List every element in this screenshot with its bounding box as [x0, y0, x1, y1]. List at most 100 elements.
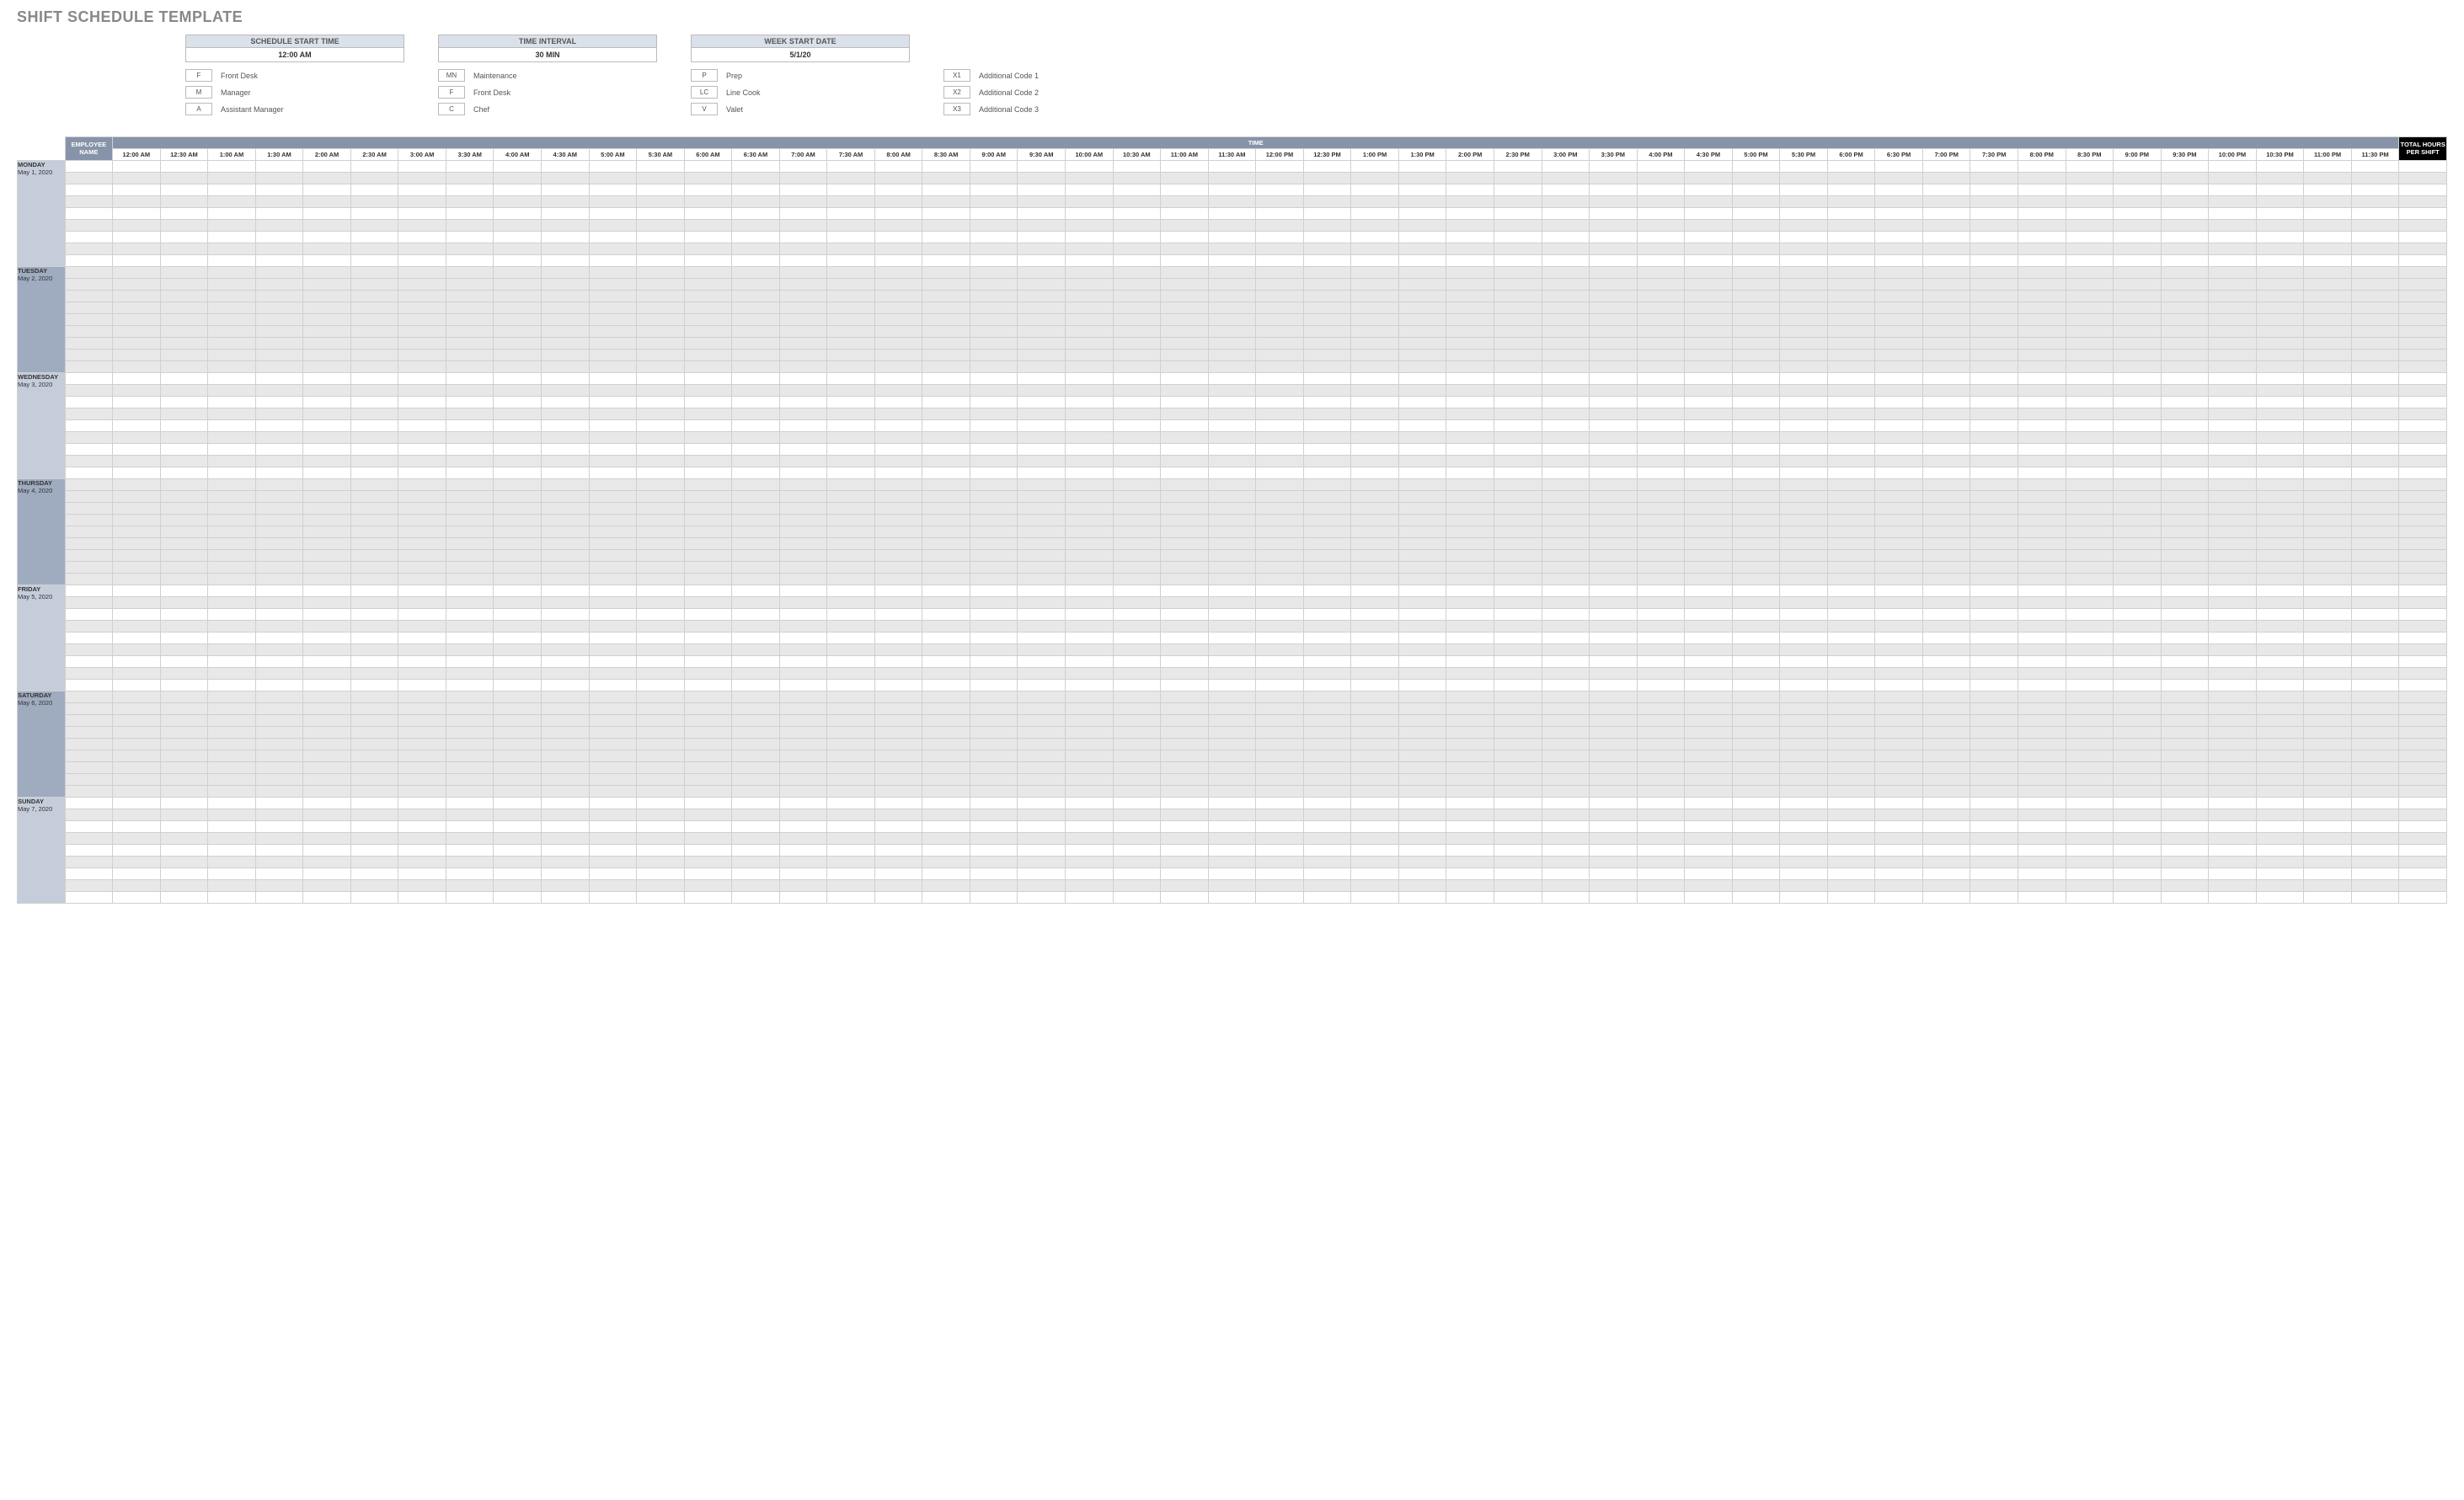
shift-cell[interactable] [398, 397, 446, 408]
shift-cell[interactable] [2161, 668, 2209, 680]
shift-cell[interactable] [350, 798, 398, 809]
shift-cell[interactable] [1398, 597, 1446, 609]
shift-cell[interactable] [1303, 857, 1351, 868]
shift-cell[interactable] [255, 326, 303, 338]
shift-cell[interactable] [542, 302, 590, 314]
shift-cell[interactable] [1970, 833, 2018, 845]
shift-cell[interactable] [113, 774, 161, 786]
shift-cell[interactable] [1685, 479, 1733, 491]
shift-cell[interactable] [874, 338, 922, 350]
shift-cell[interactable] [1066, 385, 1114, 397]
shift-cell[interactable] [1922, 821, 1970, 833]
shift-cell[interactable] [255, 750, 303, 762]
shift-cell[interactable] [1303, 750, 1351, 762]
shift-cell[interactable] [2209, 267, 2257, 279]
shift-cell[interactable] [1256, 868, 1304, 880]
shift-cell[interactable] [160, 880, 208, 892]
shift-cell[interactable] [970, 479, 1018, 491]
shift-cell[interactable] [1351, 880, 1399, 892]
shift-cell[interactable] [2304, 739, 2352, 750]
shift-cell[interactable] [1113, 786, 1161, 798]
shift-cell[interactable] [1351, 656, 1399, 668]
shift-cell[interactable] [827, 845, 875, 857]
shift-cell[interactable] [1446, 727, 1494, 739]
shift-cell[interactable] [1208, 597, 1256, 609]
shift-cell[interactable] [350, 184, 398, 196]
shift-cell[interactable] [1113, 750, 1161, 762]
shift-cell[interactable] [1970, 633, 2018, 644]
shift-cell[interactable] [2018, 408, 2066, 420]
shift-cell[interactable] [350, 491, 398, 503]
shift-cell[interactable] [208, 326, 256, 338]
shift-cell[interactable] [2066, 196, 2114, 208]
shift-cell[interactable] [494, 668, 542, 680]
shift-cell[interactable] [779, 868, 827, 880]
shift-cell[interactable] [2209, 279, 2257, 291]
shift-cell[interactable] [1827, 538, 1875, 550]
shift-cell[interactable] [1922, 432, 1970, 444]
shift-cell[interactable] [1303, 444, 1351, 456]
shift-cell[interactable] [1351, 267, 1399, 279]
shift-cell[interactable] [1827, 173, 1875, 184]
shift-cell[interactable] [1161, 585, 1209, 597]
shift-cell[interactable] [1256, 208, 1304, 220]
legend-code[interactable]: F [438, 86, 465, 99]
shift-cell[interactable] [542, 232, 590, 243]
shift-cell[interactable] [2209, 420, 2257, 432]
shift-cell[interactable] [1732, 786, 1780, 798]
employee-cell[interactable] [65, 857, 113, 868]
shift-cell[interactable] [1494, 255, 1542, 267]
shift-cell[interactable] [1113, 538, 1161, 550]
shift-cell[interactable] [208, 880, 256, 892]
shift-cell[interactable] [779, 562, 827, 574]
employee-cell[interactable] [65, 750, 113, 762]
shift-cell[interactable] [303, 574, 351, 585]
shift-cell[interactable] [1827, 750, 1875, 762]
shift-cell[interactable] [1732, 338, 1780, 350]
shift-cell[interactable] [1208, 703, 1256, 715]
shift-cell[interactable] [1208, 845, 1256, 857]
shift-cell[interactable] [922, 491, 970, 503]
shift-cell[interactable] [1494, 739, 1542, 750]
config-week-start-value[interactable]: 5/1/20 [691, 48, 910, 62]
shift-cell[interactable] [1637, 267, 1685, 279]
shift-cell[interactable] [542, 821, 590, 833]
shift-cell[interactable] [1875, 220, 1923, 232]
shift-cell[interactable] [2018, 467, 2066, 479]
shift-cell[interactable] [2066, 408, 2114, 420]
shift-cell[interactable] [1590, 574, 1638, 585]
employee-cell[interactable] [65, 892, 113, 904]
shift-cell[interactable] [2256, 892, 2304, 904]
shift-cell[interactable] [732, 326, 780, 338]
shift-cell[interactable] [160, 456, 208, 467]
shift-cell[interactable] [1970, 338, 2018, 350]
shift-cell[interactable] [1208, 267, 1256, 279]
shift-cell[interactable] [2351, 456, 2399, 467]
shift-cell[interactable] [1590, 361, 1638, 373]
shift-cell[interactable] [684, 538, 732, 550]
shift-cell[interactable] [2161, 302, 2209, 314]
shift-cell[interactable] [350, 503, 398, 515]
legend-code[interactable]: P [691, 69, 718, 82]
shift-cell[interactable] [1590, 420, 1638, 432]
shift-cell[interactable] [2066, 715, 2114, 727]
shift-cell[interactable] [1922, 857, 1970, 868]
shift-cell[interactable] [684, 868, 732, 880]
shift-cell[interactable] [1303, 821, 1351, 833]
shift-cell[interactable] [208, 633, 256, 644]
shift-cell[interactable] [779, 243, 827, 255]
shift-cell[interactable] [1732, 432, 1780, 444]
shift-cell[interactable] [637, 868, 685, 880]
shift-cell[interactable] [350, 350, 398, 361]
shift-cell[interactable] [2114, 609, 2162, 621]
shift-cell[interactable] [827, 350, 875, 361]
shift-cell[interactable] [1494, 538, 1542, 550]
shift-cell[interactable] [398, 597, 446, 609]
shift-cell[interactable] [494, 173, 542, 184]
shift-cell[interactable] [494, 373, 542, 385]
shift-cell[interactable] [2066, 880, 2114, 892]
shift-cell[interactable] [2066, 786, 2114, 798]
shift-cell[interactable] [255, 479, 303, 491]
shift-cell[interactable] [827, 857, 875, 868]
shift-cell[interactable] [2304, 479, 2352, 491]
